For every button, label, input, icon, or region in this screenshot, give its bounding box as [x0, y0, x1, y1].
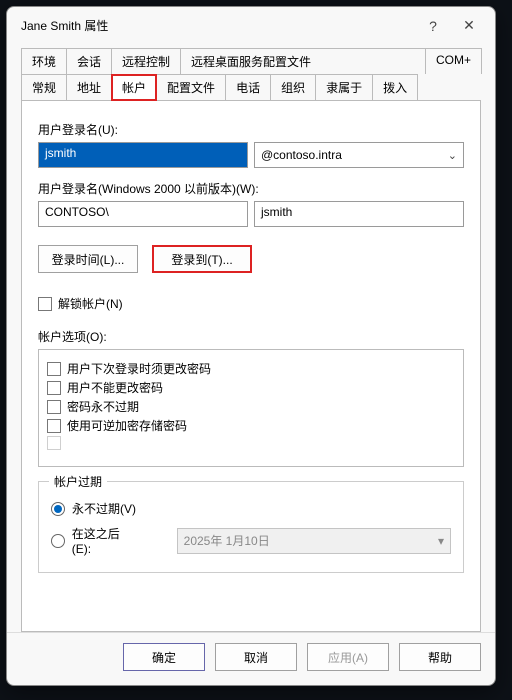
- option-reversible-encryption[interactable]: 使用可逆加密存储密码: [47, 417, 455, 434]
- tab-strip: 环境 会话 远程控制 远程桌面服务配置文件 COM+ 常规 地址 帐户 配置文件…: [21, 48, 481, 101]
- user-logon-label: 用户登录名(U):: [38, 121, 464, 138]
- tab-profile[interactable]: 配置文件: [156, 74, 226, 101]
- account-expiry-legend: 帐户过期: [49, 473, 107, 490]
- pre2k-user-input[interactable]: jsmith: [254, 201, 464, 227]
- option-label: [67, 436, 70, 450]
- option-change-pw-next-logon[interactable]: 用户下次登录时须更改密码: [47, 360, 455, 377]
- tab-address[interactable]: 地址: [66, 74, 112, 101]
- tab-phone[interactable]: 电话: [225, 74, 271, 101]
- expiry-date-picker[interactable]: 2025年 1月10日 ▾: [177, 528, 451, 554]
- expiry-never-radio[interactable]: 永不过期(V): [51, 500, 451, 517]
- account-tab-panel: 用户登录名(U): jsmith @contoso.intra ⌄ 用户登录名(…: [21, 100, 481, 632]
- option-pw-never-expires[interactable]: 密码永不过期: [47, 398, 455, 415]
- option-cannot-change-pw[interactable]: 用户不能更改密码: [47, 379, 455, 396]
- tab-environment[interactable]: 环境: [21, 48, 67, 74]
- pre2k-domain-input[interactable]: CONTOSO\: [38, 201, 248, 227]
- option-label: 用户不能更改密码: [67, 379, 163, 396]
- user-logon-input[interactable]: jsmith: [38, 142, 248, 168]
- logon-to-button[interactable]: 登录到(T)...: [152, 245, 252, 273]
- ok-button[interactable]: 确定: [123, 643, 205, 671]
- expiry-after-radio[interactable]: 在这之后(E): 2025年 1月10日 ▾: [51, 525, 451, 556]
- checkbox-box-icon: [47, 381, 61, 395]
- unlock-account-checkbox[interactable]: 解锁帐户(N): [38, 295, 464, 312]
- tab-remote-control[interactable]: 远程控制: [111, 48, 181, 74]
- help-icon[interactable]: ?: [415, 18, 451, 34]
- tab-account[interactable]: 帐户: [111, 74, 157, 101]
- checkbox-box-icon: [47, 436, 61, 450]
- upn-suffix-combo[interactable]: @contoso.intra ⌄: [254, 142, 464, 168]
- checkbox-box-icon: [47, 400, 61, 414]
- unlock-account-label: 解锁帐户(N): [58, 295, 123, 312]
- account-options-label: 帐户选项(O):: [38, 328, 464, 345]
- pre2k-logon-label: 用户登录名(Windows 2000 以前版本)(W):: [38, 180, 464, 197]
- apply-button[interactable]: 应用(A): [307, 643, 389, 671]
- tab-general[interactable]: 常规: [21, 74, 67, 101]
- option-label: 密码永不过期: [67, 398, 139, 415]
- expiry-never-label: 永不过期(V): [72, 500, 136, 517]
- tab-rds-profile[interactable]: 远程桌面服务配置文件: [180, 48, 426, 74]
- dialog-footer: 确定 取消 应用(A) 帮助: [7, 632, 495, 685]
- radio-icon: [51, 502, 65, 516]
- expiry-after-label: 在这之后(E):: [72, 525, 138, 556]
- chevron-down-icon: ⌄: [448, 149, 457, 162]
- help-button[interactable]: 帮助: [399, 643, 481, 671]
- tab-session[interactable]: 会话: [66, 48, 112, 74]
- expiry-date-value: 2025年 1月10日: [184, 532, 270, 549]
- properties-dialog: Jane Smith 属性 ? ✕ 环境 会话 远程控制 远程桌面服务配置文件 …: [6, 6, 496, 686]
- option-label: 使用可逆加密存储密码: [67, 417, 187, 434]
- tab-organization[interactable]: 组织: [270, 74, 316, 101]
- option-overflow[interactable]: [47, 436, 455, 450]
- tab-member-of[interactable]: 隶属于: [315, 74, 373, 101]
- upn-suffix-value: @contoso.intra: [261, 148, 342, 162]
- option-label: 用户下次登录时须更改密码: [67, 360, 211, 377]
- titlebar: Jane Smith 属性 ? ✕: [7, 7, 495, 44]
- logon-hours-button[interactable]: 登录时间(L)...: [38, 245, 138, 273]
- checkbox-box-icon: [38, 297, 52, 311]
- checkbox-box-icon: [47, 362, 61, 376]
- checkbox-box-icon: [47, 419, 61, 433]
- window-title: Jane Smith 属性: [21, 17, 415, 34]
- radio-icon: [51, 534, 65, 548]
- calendar-dropdown-icon: ▾: [438, 534, 444, 548]
- tab-dialin[interactable]: 拨入: [372, 74, 418, 101]
- close-icon[interactable]: ✕: [451, 17, 487, 34]
- account-expiry-group: 帐户过期 永不过期(V) 在这之后(E): 2025年 1月10日 ▾: [38, 481, 464, 573]
- tab-complus[interactable]: COM+: [425, 48, 482, 74]
- account-options-list[interactable]: 用户下次登录时须更改密码 用户不能更改密码 密码永不过期 使用可逆加密存储密码: [38, 349, 464, 467]
- cancel-button[interactable]: 取消: [215, 643, 297, 671]
